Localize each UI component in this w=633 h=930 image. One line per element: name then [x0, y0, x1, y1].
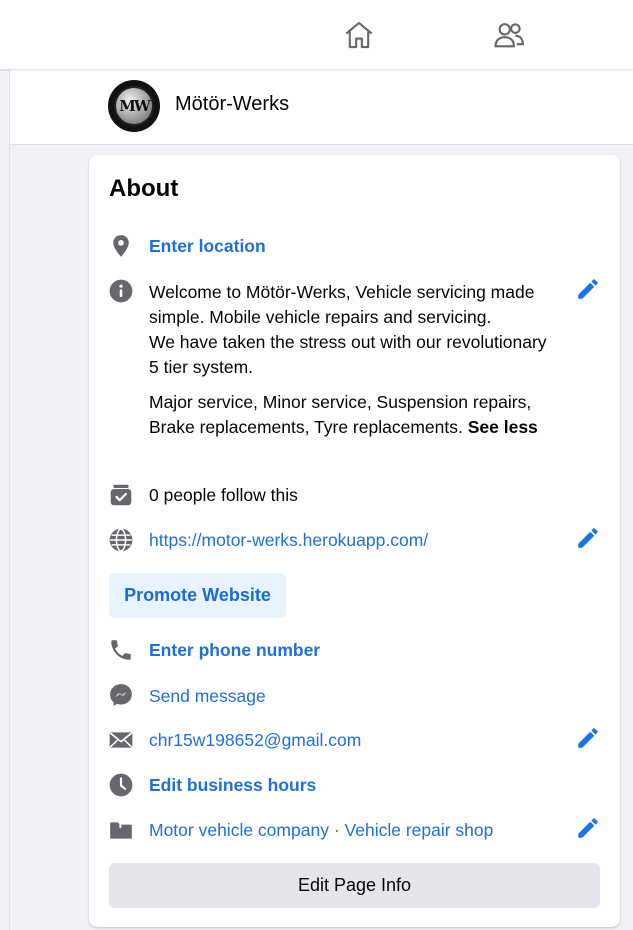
left-sidebar-strip — [0, 69, 10, 930]
location-pin-icon — [108, 233, 134, 259]
page-avatar[interactable]: MW — [108, 80, 160, 132]
page-title[interactable]: Mötör-Werks — [175, 93, 289, 116]
info-icon — [108, 278, 134, 304]
home-icon[interactable] — [339, 15, 379, 55]
see-less-link[interactable]: See less — [468, 417, 538, 437]
website-link[interactable]: https://motor-werks.herokuapp.com/ — [149, 528, 428, 553]
pencil-icon — [578, 279, 598, 299]
enter-phone-link[interactable]: Enter phone number — [149, 638, 320, 663]
email-icon — [108, 727, 134, 753]
category-separator: · — [333, 820, 340, 840]
promote-website-button[interactable]: Promote Website — [109, 573, 286, 618]
description-line-1: Welcome to Mötör-Werks, Vehicle servicin… — [149, 282, 535, 327]
enter-location-link[interactable]: Enter location — [149, 234, 266, 259]
pencil-icon — [578, 728, 598, 748]
about-heading: About — [109, 175, 179, 202]
globe-icon — [108, 527, 134, 553]
about-card: About Enter location Welcome to Mötör-We… — [89, 155, 620, 927]
page-header: MW Mötör-Werks — [10, 69, 633, 145]
pencil-icon — [578, 528, 598, 548]
categories: Motor vehicle company · Vehicle repair s… — [149, 818, 493, 843]
followers-icon — [108, 482, 134, 508]
description-line-2: We have taken the stress out with our re… — [149, 332, 547, 377]
edit-email-button[interactable] — [572, 722, 604, 754]
email-link[interactable]: chr15w198652@gmail.com — [149, 728, 361, 753]
edit-hours-link[interactable]: Edit business hours — [149, 773, 316, 798]
edit-page-info-button[interactable]: Edit Page Info — [109, 863, 600, 908]
logo-badge: MW — [114, 86, 154, 126]
category-link-motor-vehicle[interactable]: Motor vehicle company — [149, 820, 329, 840]
edit-categories-button[interactable] — [572, 812, 604, 844]
top-navigation — [0, 0, 633, 69]
category-icon — [108, 817, 134, 843]
pencil-icon — [578, 818, 598, 838]
category-link-vehicle-repair[interactable]: Vehicle repair shop — [345, 820, 494, 840]
edit-website-button[interactable] — [572, 522, 604, 554]
messenger-icon — [108, 682, 134, 708]
edit-description-button[interactable] — [572, 273, 604, 305]
followers-count: 0 people follow this — [149, 485, 298, 505]
phone-icon — [108, 637, 134, 663]
clock-icon — [108, 772, 134, 798]
logo-text: MW — [119, 97, 150, 115]
friends-icon[interactable] — [489, 15, 529, 55]
page-description: Welcome to Mötör-Werks, Vehicle servicin… — [149, 280, 559, 440]
send-message-link[interactable]: Send message — [149, 684, 266, 709]
